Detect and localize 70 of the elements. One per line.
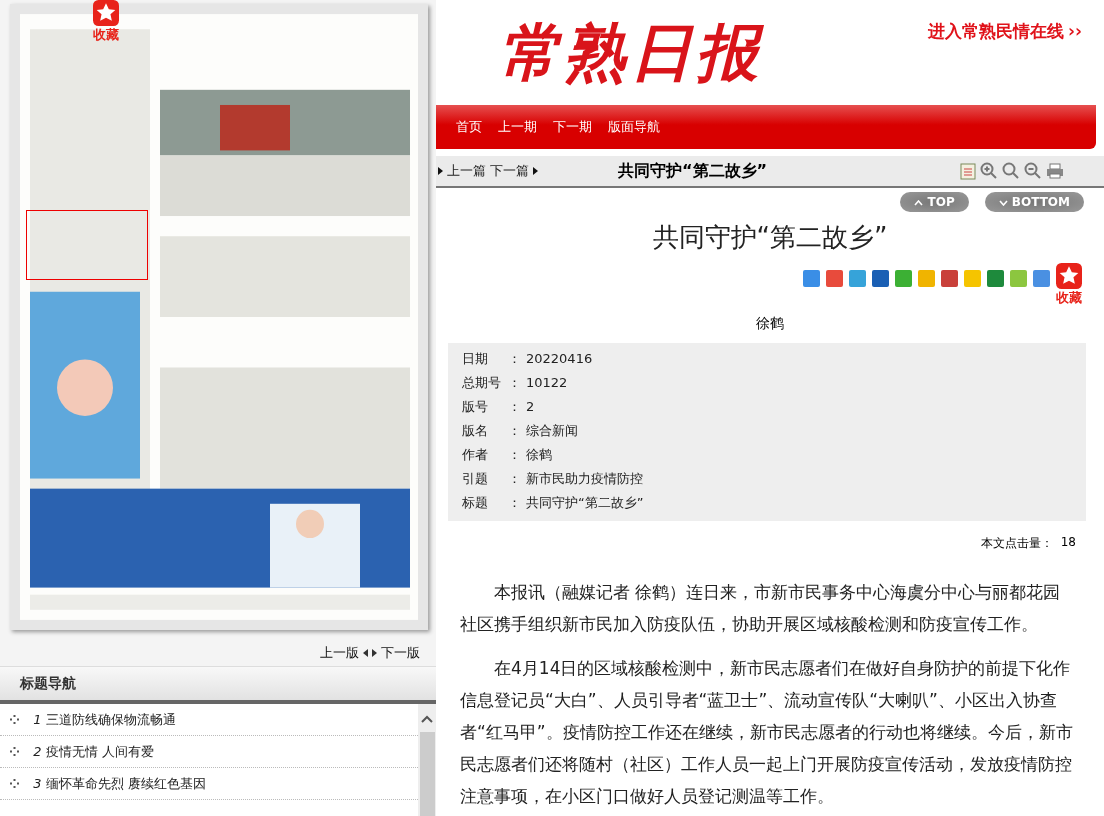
share-icon[interactable] <box>941 270 958 287</box>
author-name: 徐鹤 <box>755 315 785 333</box>
headline: 共同守护“第二故乡” <box>651 221 889 254</box>
colon: ： <box>506 494 522 512</box>
info-label: 标题 <box>462 494 489 512</box>
triangle-icon <box>438 167 443 175</box>
info-value: 共同守护“第二故乡” <box>526 494 644 512</box>
printer-icon[interactable] <box>1046 163 1064 179</box>
zoom-in-icon[interactable] <box>980 162 998 180</box>
share-icon[interactable] <box>849 270 866 287</box>
favorite-button[interactable]: 收藏 <box>93 0 119 44</box>
colon: ： <box>506 470 522 488</box>
chevron-icon <box>914 200 924 206</box>
info-label: 引题 <box>462 470 489 488</box>
colon: ： <box>506 398 522 416</box>
info-label: 作者 <box>462 446 489 464</box>
info-value: 综合新闻 <box>526 422 578 440</box>
nav-link[interactable]: 首页 <box>456 118 482 136</box>
favorite-button[interactable]: 收藏 <box>1056 263 1082 307</box>
article-paragraph: 在4月14日的区域核酸检测中，新市民志愿者们在做好自身防护的前提下化作信息登记员“大白”、人员引导者“蓝卫士”、流动宣传队“大喇叭”、小区出入协查者“红马甲”。疫情防控工作还在继续，新市民志愿者的行动也将继续。今后，新市民志愿者们还将随村（社区）工作人员一起上门开展防疫宣传活动，发放疫情防控注意事项，在小区门口做好人员登记测温等工作。 <box>460 657 1074 808</box>
nav-link[interactable]: 下一期 <box>553 118 592 136</box>
info-value: 新市民助力疫情防控 <box>526 470 643 488</box>
zoom-out-icon[interactable] <box>1024 162 1042 180</box>
share-icon[interactable] <box>895 270 912 287</box>
info-value: 徐鹤 <box>526 446 552 464</box>
newspaper-logo: 常熟日报 <box>498 17 762 89</box>
share-icon[interactable] <box>964 270 981 287</box>
search-icon[interactable] <box>1002 162 1020 180</box>
chevron-icon <box>998 200 1008 206</box>
info-label: 总期号 <box>462 374 502 392</box>
article-title: 共同守护“第二故乡” <box>618 160 769 182</box>
clipboard-icon[interactable] <box>960 162 976 180</box>
share-icon[interactable] <box>1033 270 1050 287</box>
share-icon[interactable] <box>826 270 843 287</box>
hits-label: 本文点击量： <box>980 535 1053 552</box>
share-icon[interactable] <box>872 270 889 287</box>
info-value: 10122 <box>526 374 568 392</box>
colon: ： <box>506 422 522 440</box>
info-label: 版号 <box>462 398 489 416</box>
share-icon[interactable] <box>918 270 935 287</box>
next-article-link[interactable]: 下一篇 <box>490 162 529 180</box>
triangle-icon <box>533 167 538 175</box>
top-button[interactable]: TOP <box>900 192 969 212</box>
bullet-icon <box>10 715 19 724</box>
previous-page-link[interactable]: 上一版 <box>320 644 359 662</box>
arrows-icon <box>363 649 377 657</box>
nav-link[interactable]: 上一期 <box>498 118 537 136</box>
colon: ： <box>506 374 522 392</box>
scroll-up-icon[interactable] <box>420 714 434 724</box>
bullet-icon <box>10 747 19 756</box>
highlight-frame[interactable] <box>26 210 148 280</box>
next-page-link[interactable]: 下一版 <box>381 644 420 662</box>
share-icon[interactable] <box>987 270 1004 287</box>
article-paragraph: 本报讯（融媒记者 徐鹤）连日来，市新市民事务中心海虞分中心与丽都花园社区携手组织新市民加入防疫队伍，协助开展区域核酸检测和防疫宣传工作。 <box>460 581 1062 636</box>
previous-article-link[interactable]: 上一篇 <box>447 162 486 180</box>
header-link[interactable]: 进入常熟民情在线 ›› <box>928 20 1082 43</box>
info-label: 日期 <box>462 350 489 368</box>
scrollbar[interactable] <box>418 704 436 816</box>
nav-link[interactable]: 版面导航 <box>608 118 660 136</box>
bullet-icon <box>10 779 19 788</box>
bottom-button[interactable]: BOTTOM <box>984 192 1084 212</box>
colon: ： <box>506 350 522 368</box>
hits-count: 18 <box>1060 535 1076 551</box>
section-header: 标题导航 <box>0 667 436 704</box>
info-label: 版名 <box>462 422 489 440</box>
colon: ： <box>506 446 522 464</box>
share-icon[interactable] <box>803 270 820 287</box>
info-value: 20220416 <box>526 350 593 368</box>
info-value: 2 <box>526 398 535 416</box>
share-icon[interactable] <box>1010 270 1027 287</box>
